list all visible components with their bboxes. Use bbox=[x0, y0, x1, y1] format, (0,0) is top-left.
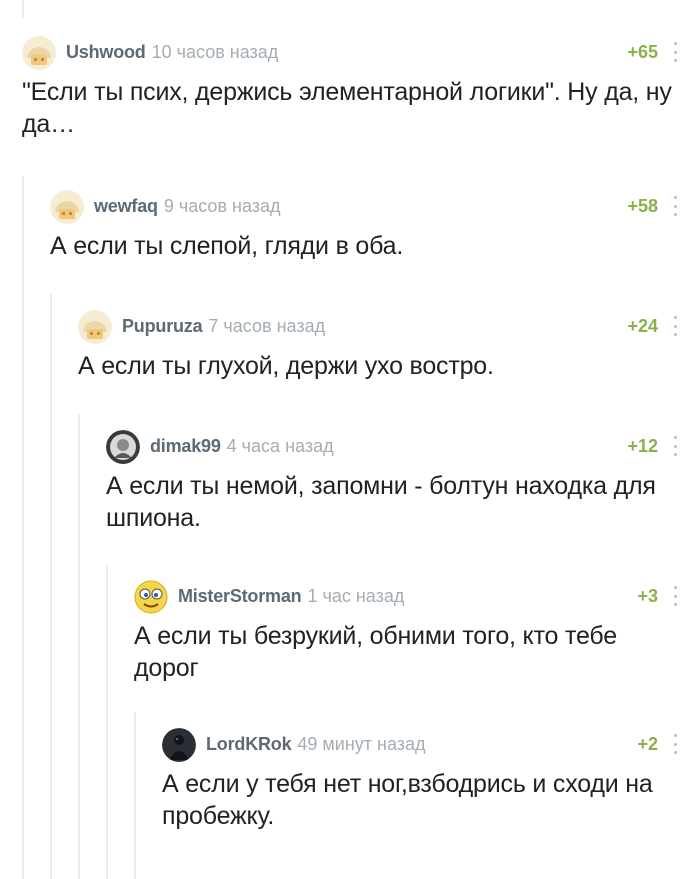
thread-line bbox=[78, 414, 80, 879]
comment-rating: +24 bbox=[627, 316, 658, 336]
comment-time[interactable]: 9 часов назад bbox=[164, 196, 281, 216]
default-avatar-icon[interactable] bbox=[22, 36, 56, 70]
author-name[interactable]: Pupuruza bbox=[122, 316, 203, 336]
comment-author[interactable]: wewfaq 9 часов назад bbox=[94, 196, 281, 217]
default-avatar-icon[interactable] bbox=[50, 190, 84, 224]
comment-rating: +2 bbox=[637, 734, 658, 754]
more-menu-icon[interactable] bbox=[670, 316, 680, 336]
default-avatar-icon[interactable] bbox=[78, 310, 112, 344]
smiley-avatar[interactable] bbox=[134, 580, 168, 614]
comment: Ushwood 10 часов назад +65 "Если ты псих,… bbox=[22, 34, 680, 140]
author-name[interactable]: Ushwood bbox=[66, 42, 146, 62]
comment-author[interactable]: MisterStorman 1 час назад bbox=[178, 586, 404, 607]
comment-time[interactable]: 1 час назад bbox=[307, 586, 404, 606]
comment-text: А если у тебя нет ног,взбодрись и сходи … bbox=[162, 770, 653, 830]
thread-line bbox=[22, 0, 24, 18]
comment-header: dimak99 4 часа назад +12 bbox=[106, 428, 680, 468]
dark-figure-avatar[interactable] bbox=[162, 728, 196, 762]
comment-rating: +58 bbox=[627, 196, 658, 216]
comment-header: Pupuruza 7 часов назад +24 bbox=[78, 308, 680, 348]
comment-header: wewfaq 9 часов назад +58 bbox=[50, 188, 680, 228]
author-name[interactable]: LordKRok bbox=[206, 734, 292, 754]
comment-text: А если ты безрукий, обними того, кто теб… bbox=[134, 622, 617, 682]
comment-rating: +12 bbox=[627, 436, 658, 456]
comment-text: "Если ты псих, держись элементарной логи… bbox=[22, 78, 672, 138]
comment-author[interactable]: LordKRok 49 минут назад bbox=[206, 734, 426, 755]
comment: wewfaq 9 часов назад +58 А если ты слепой… bbox=[50, 188, 680, 262]
comment-rating: +3 bbox=[637, 586, 658, 606]
thread-line bbox=[22, 176, 24, 879]
comment-header: Ushwood 10 часов назад +65 bbox=[22, 34, 680, 74]
comment-header: LordKRok 49 минут назад +2 bbox=[162, 726, 680, 766]
comment: MisterStorman 1 час назад +3 А если ты бе… bbox=[134, 578, 680, 684]
comment-time[interactable]: 10 часов назад bbox=[152, 42, 279, 62]
more-menu-icon[interactable] bbox=[670, 734, 680, 754]
comment-author[interactable]: Pupuruza 7 часов назад bbox=[122, 316, 325, 337]
comment-author[interactable]: Ushwood 10 часов назад bbox=[66, 42, 278, 63]
comment-author[interactable]: dimak99 4 часа назад bbox=[150, 436, 334, 457]
author-name[interactable]: MisterStorman bbox=[178, 586, 302, 606]
more-menu-icon[interactable] bbox=[670, 586, 680, 606]
comment-header: MisterStorman 1 час назад +3 bbox=[134, 578, 680, 618]
more-menu-icon[interactable] bbox=[670, 436, 680, 456]
comment-time[interactable]: 49 минут назад bbox=[297, 734, 425, 754]
thread-line bbox=[50, 294, 52, 879]
thread-line bbox=[134, 712, 136, 879]
author-name[interactable]: dimak99 bbox=[150, 436, 221, 456]
more-menu-icon[interactable] bbox=[670, 42, 680, 62]
comment-text: А если ты немой, запомни - болтун находк… bbox=[106, 472, 656, 532]
thread-line bbox=[106, 565, 108, 879]
more-menu-icon[interactable] bbox=[670, 196, 680, 216]
comment-text: А если ты слепой, гляди в оба. bbox=[50, 232, 404, 260]
comment-time[interactable]: 4 часа назад bbox=[227, 436, 334, 456]
comment-text: А если ты глухой, держи ухо востро. bbox=[78, 352, 494, 380]
user-photo-avatar[interactable] bbox=[106, 430, 140, 464]
comment-time[interactable]: 7 часов назад bbox=[208, 316, 325, 336]
comment-rating: +65 bbox=[627, 42, 658, 62]
comment: Pupuruza 7 часов назад +24 А если ты глух… bbox=[78, 308, 680, 382]
comment: LordKRok 49 минут назад +2 А если у тебя … bbox=[162, 726, 680, 832]
author-name[interactable]: wewfaq bbox=[94, 196, 158, 216]
comment: dimak99 4 часа назад +12 А если ты немой,… bbox=[106, 428, 680, 534]
